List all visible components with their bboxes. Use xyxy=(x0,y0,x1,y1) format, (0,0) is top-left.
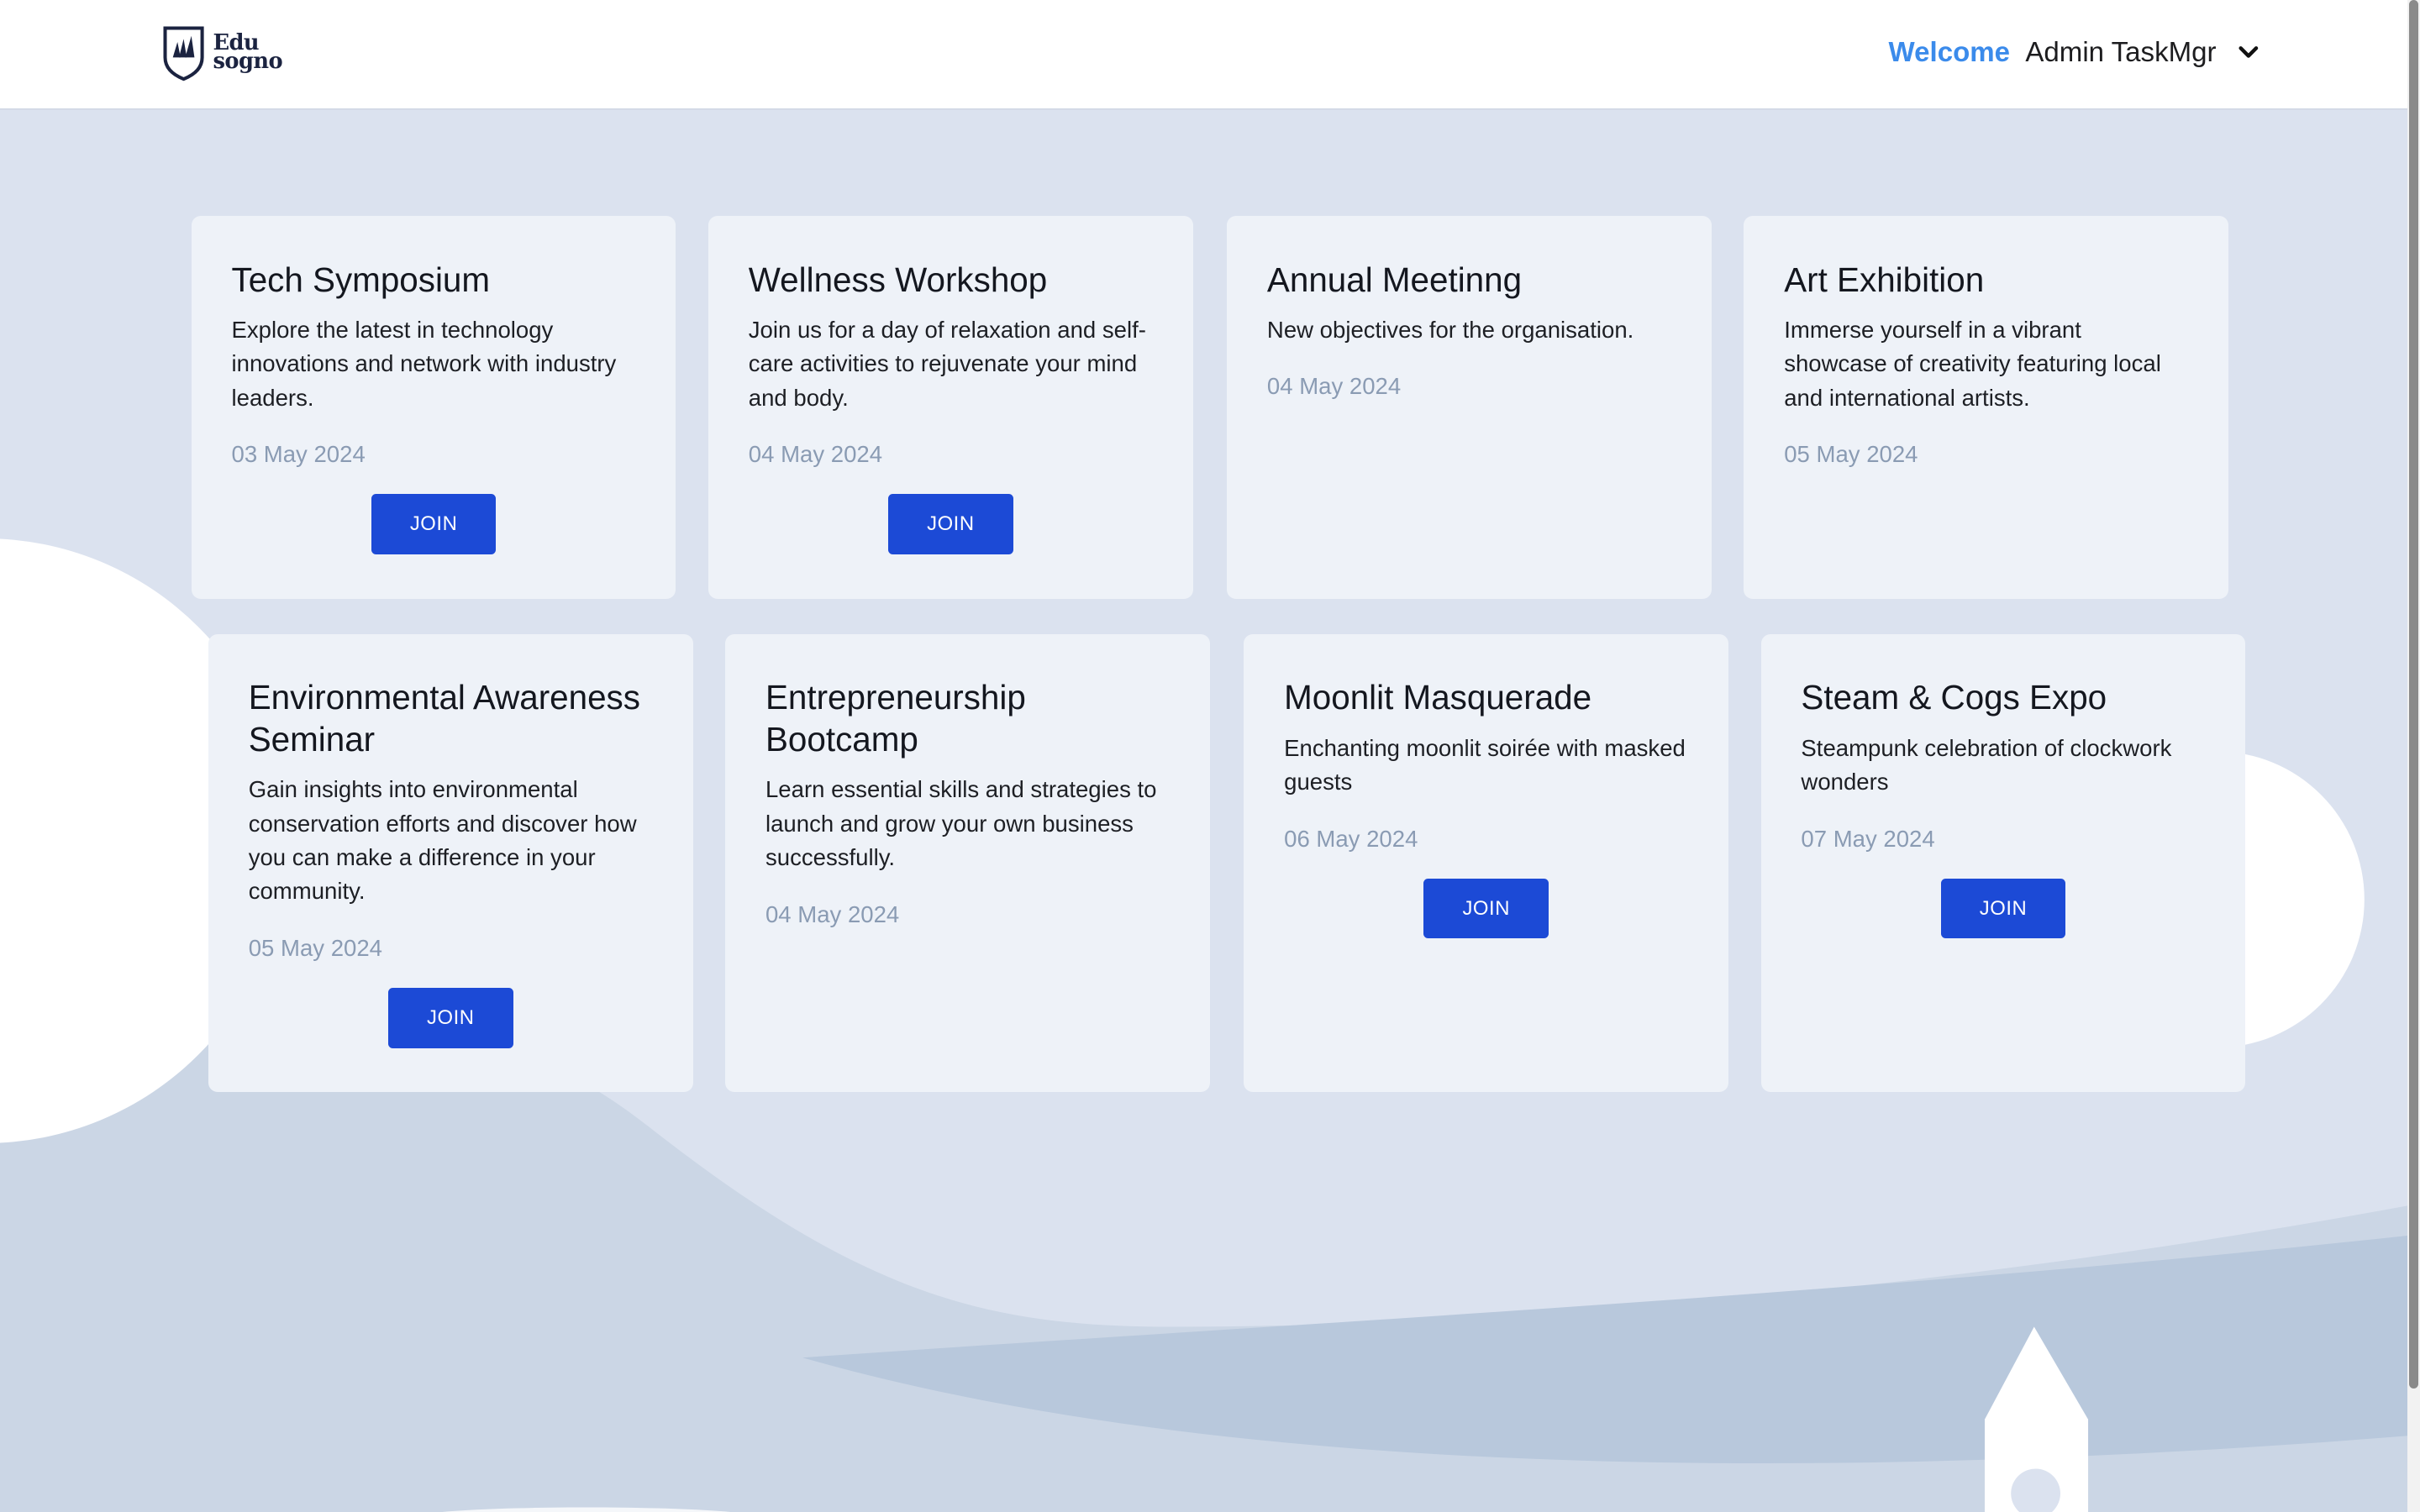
user-menu[interactable]: Welcome Admin TaskMgr xyxy=(1889,37,2260,69)
join-button[interactable]: JOIN xyxy=(1940,878,2066,939)
event-card: Moonlit Masquerade Enchanting moonlit so… xyxy=(1244,633,1729,1093)
event-title: Environmental Awareness Seminar xyxy=(248,678,640,759)
event-description: Learn essential skills and strategies to… xyxy=(765,776,1157,870)
event-title: Annual Meetinng xyxy=(1266,260,1523,299)
brand-wordmark: Edu sogno xyxy=(213,33,283,75)
event-description: Immerse yourself in a vibrant showcase o… xyxy=(1784,316,2161,411)
event-card: Tech Symposium Explore the latest in tec… xyxy=(191,216,676,599)
event-date: 03 May 2024 xyxy=(231,441,366,468)
event-date: 05 May 2024 xyxy=(1784,441,1918,468)
event-card: Wellness Workshop Join us for a day of r… xyxy=(708,216,1193,599)
event-date: 06 May 2024 xyxy=(1284,825,1418,852)
join-button[interactable]: JOIN xyxy=(888,494,1013,555)
event-description: Enchanting moonlit soirée with masked gu… xyxy=(1284,734,1686,795)
event-description: Join us for a day of relaxation and self… xyxy=(748,316,1146,411)
username-label[interactable]: Admin TaskMgr xyxy=(2025,37,2216,69)
join-button[interactable]: JOIN xyxy=(371,494,497,555)
event-description: New objectives for the organisation. xyxy=(1266,316,1634,343)
event-title: Entrepreneurship Bootcamp xyxy=(765,678,1026,759)
event-title: Steam & Cogs Expo xyxy=(1801,678,2107,717)
event-title: Wellness Workshop xyxy=(748,260,1048,299)
top-navbar: Edu sogno Welcome Admin TaskMgr xyxy=(0,0,2420,108)
event-title: Tech Symposium xyxy=(231,260,491,299)
event-date: 04 May 2024 xyxy=(765,900,900,927)
scrollbar-thumb[interactable] xyxy=(2409,0,2419,1389)
join-button[interactable]: JOIN xyxy=(387,988,513,1048)
event-card: Entrepreneurship Bootcamp Learn essentia… xyxy=(725,633,1210,1093)
join-button[interactable]: JOIN xyxy=(1423,878,1549,939)
event-title: Moonlit Masquerade xyxy=(1284,678,1592,717)
welcome-label: Welcome xyxy=(1888,37,2011,69)
event-description: Explore the latest in technology innovat… xyxy=(231,316,617,411)
event-date: 04 May 2024 xyxy=(748,441,883,468)
brand-line-2: sogno xyxy=(213,49,283,75)
event-card: Annual Meetinng New objectives for the o… xyxy=(1227,216,1712,599)
event-card: Environmental Awareness Seminar Gain ins… xyxy=(208,633,693,1093)
event-title: Art Exhibition xyxy=(1784,260,1985,299)
event-date: 07 May 2024 xyxy=(1801,825,1935,852)
brand-logo[interactable]: Edu sogno xyxy=(160,24,283,82)
event-description: Steampunk celebration of clockwork wonde… xyxy=(1801,734,2172,795)
event-card: Art Exhibition Immerse yourself in a vib… xyxy=(1744,216,2229,599)
book-shield-icon xyxy=(163,26,204,81)
event-card: Steam & Cogs Expo Steampunk celebration … xyxy=(1760,633,2246,1093)
event-date: 05 May 2024 xyxy=(248,935,382,962)
event-date: 04 May 2024 xyxy=(1266,373,1402,400)
chevron-down-icon[interactable] xyxy=(2238,42,2260,64)
event-description: Gain insights into environmental conserv… xyxy=(248,776,637,905)
